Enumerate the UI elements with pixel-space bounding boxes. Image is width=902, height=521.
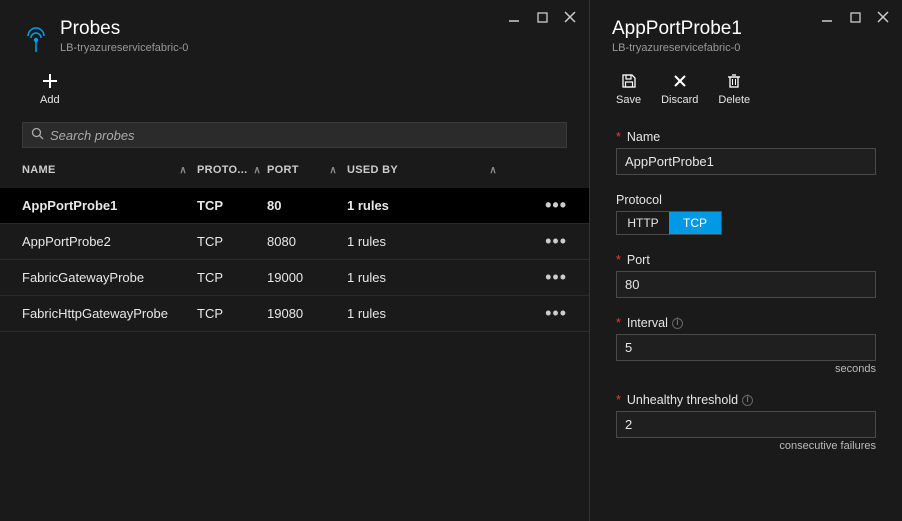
protocol-toggle: HTTP TCP <box>616 211 722 235</box>
save-icon <box>620 72 638 90</box>
protocol-label: Protocol <box>616 193 662 207</box>
sort-icon: ∧ <box>489 165 497 176</box>
interval-label: Interval <box>627 316 668 330</box>
table-row[interactable]: FabricGatewayProbeTCP190001 rules ••• <box>0 260 589 296</box>
delete-button[interactable]: Delete <box>718 72 750 106</box>
info-icon[interactable]: i <box>672 318 683 329</box>
probe-icon <box>22 26 50 54</box>
save-label: Save <box>616 94 641 106</box>
discard-button[interactable]: Discard <box>661 72 698 106</box>
table-body: AppPortProbe1TCP801 rules•••AppPortProbe… <box>0 188 589 332</box>
cell-name: AppPortProbe2 <box>22 234 197 249</box>
threshold-label: Unhealthy threshold <box>627 393 738 407</box>
discard-label: Discard <box>661 94 698 106</box>
cell-protocol: TCP <box>197 234 267 249</box>
save-button[interactable]: Save <box>616 72 641 106</box>
table-row[interactable]: FabricHttpGatewayProbeTCP190801 rules ••• <box>0 296 589 332</box>
threshold-helper: consecutive failures <box>616 440 876 452</box>
trash-icon <box>725 72 743 90</box>
search-icon <box>31 127 44 143</box>
name-input[interactable] <box>616 148 876 175</box>
plus-icon <box>41 72 59 90</box>
threshold-input[interactable] <box>616 411 876 438</box>
protocol-http-option[interactable]: HTTP <box>617 212 669 234</box>
col-protocol-header[interactable]: PROTO...∧ <box>197 164 267 176</box>
detail-panel: AppPortProbe1 LB-tryazureservicefabric-0… <box>590 0 902 521</box>
cell-port: 19000 <box>267 270 347 285</box>
info-icon[interactable]: i <box>742 395 753 406</box>
cell-usedby: 1 rules <box>347 306 507 321</box>
port-label: Port <box>627 253 650 267</box>
cell-name: AppPortProbe1 <box>22 198 197 213</box>
cell-protocol: TCP <box>197 270 267 285</box>
row-menu-icon[interactable]: ••• <box>545 231 567 251</box>
cell-name: FabricGatewayProbe <box>22 270 197 285</box>
sort-icon: ∧ <box>179 165 187 176</box>
interval-field: *Intervali seconds <box>616 316 876 375</box>
port-input[interactable] <box>616 271 876 298</box>
protocol-tcp-option[interactable]: TCP <box>669 212 721 234</box>
cell-usedby: 1 rules <box>347 270 507 285</box>
table-row[interactable]: AppPortProbe1TCP801 rules ••• <box>0 188 589 224</box>
name-field: *Name <box>616 130 876 175</box>
discard-icon <box>671 72 689 90</box>
col-usedby-header[interactable]: USED BY∧ <box>347 164 507 176</box>
protocol-field: Protocol HTTP TCP <box>616 193 876 235</box>
col-port-header[interactable]: PORT∧ <box>267 164 347 176</box>
search-input[interactable] <box>50 128 558 143</box>
sort-icon: ∧ <box>329 165 337 176</box>
page-title: Probes <box>60 18 567 40</box>
sort-icon: ∧ <box>253 165 261 176</box>
detail-subtitle: LB-tryazureservicefabric-0 <box>612 42 880 54</box>
cell-usedby: 1 rules <box>347 234 507 249</box>
interval-input[interactable] <box>616 334 876 361</box>
search-box[interactable] <box>22 122 567 148</box>
table-row[interactable]: AppPortProbe2TCP80801 rules ••• <box>0 224 589 260</box>
row-menu-icon[interactable]: ••• <box>545 303 567 323</box>
cell-port: 19080 <box>267 306 347 321</box>
port-field: *Port <box>616 253 876 298</box>
row-menu-icon[interactable]: ••• <box>545 195 567 215</box>
cell-name: FabricHttpGatewayProbe <box>22 306 197 321</box>
cell-usedby: 1 rules <box>347 198 507 213</box>
table-header: NAME∧ PROTO...∧ PORT∧ USED BY∧ <box>0 152 589 188</box>
delete-label: Delete <box>718 94 750 106</box>
name-label: Name <box>627 130 660 144</box>
cell-port: 8080 <box>267 234 347 249</box>
cell-protocol: TCP <box>197 198 267 213</box>
add-label: Add <box>40 94 60 106</box>
cell-protocol: TCP <box>197 306 267 321</box>
detail-title: AppPortProbe1 <box>612 18 880 40</box>
interval-helper: seconds <box>616 363 876 375</box>
page-subtitle: LB-tryazureservicefabric-0 <box>60 42 567 54</box>
threshold-field: *Unhealthy thresholdi consecutive failur… <box>616 393 876 452</box>
cell-port: 80 <box>267 198 347 213</box>
row-menu-icon[interactable]: ••• <box>545 267 567 287</box>
add-button[interactable]: Add <box>40 72 60 106</box>
col-name-header[interactable]: NAME∧ <box>22 164 197 176</box>
probes-panel: Probes LB-tryazureservicefabric-0 Add NA… <box>0 0 590 521</box>
